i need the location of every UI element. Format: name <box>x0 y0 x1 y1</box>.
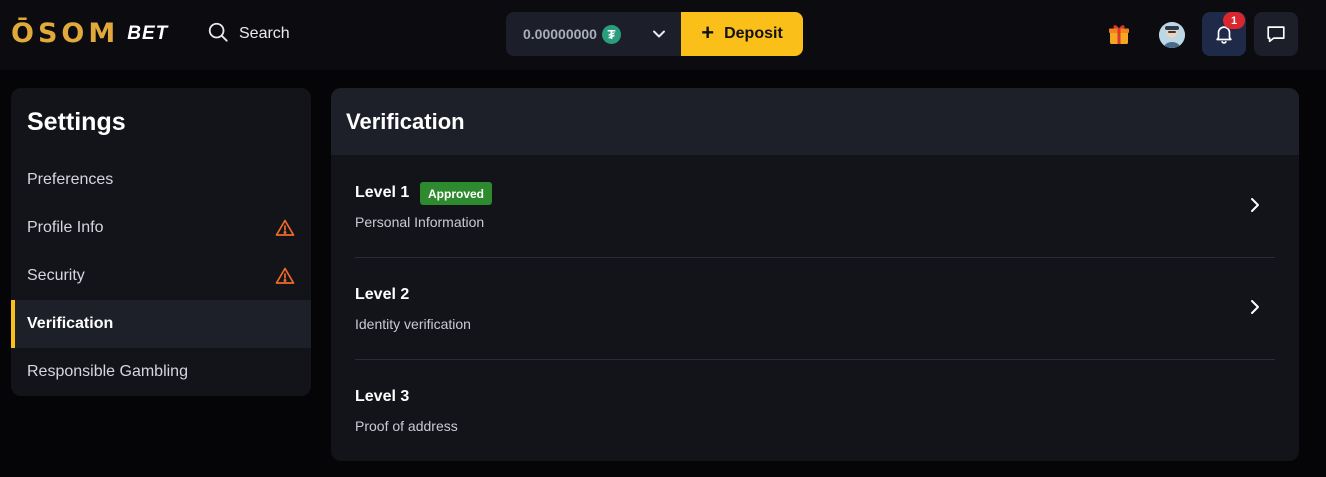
panel-header: Verification <box>331 88 1299 155</box>
sidebar-item-security[interactable]: Security <box>11 252 311 300</box>
sidebar-item-label: Verification <box>27 315 114 332</box>
verification-level-3: Level 3 Proof of address <box>355 360 1275 461</box>
top-header: ŌSOM BET Search 0.00000000 ₮ + Deposit 1 <box>0 0 1326 70</box>
deposit-button[interactable]: + Deposit <box>681 12 803 56</box>
sidebar-item-label: Responsible Gambling <box>27 363 188 380</box>
level-title: Level 3 <box>355 388 410 405</box>
wallet-selector[interactable]: 0.00000000 ₮ <box>506 12 682 56</box>
gift-icon[interactable] <box>1107 22 1131 46</box>
chevron-right-icon <box>1251 198 1259 212</box>
sidebar-item-label: Profile Info <box>27 219 104 236</box>
level-title: Level 2 <box>355 286 410 303</box>
chat-icon <box>1267 26 1285 43</box>
avatar[interactable] <box>1159 22 1185 48</box>
level-subtitle: Proof of address <box>355 418 458 434</box>
verification-level-2[interactable]: Level 2 Identity verification <box>355 258 1275 360</box>
level-subtitle: Personal Information <box>355 214 485 230</box>
chat-button[interactable] <box>1254 12 1298 56</box>
sidebar-item-profile-info[interactable]: Profile Info <box>11 204 311 252</box>
page-title: Verification <box>346 109 465 134</box>
sidebar-item-verification[interactable]: Verification <box>11 300 311 348</box>
verification-panel: Verification Level 1 Approved Personal I… <box>331 88 1299 461</box>
logo-mark: ŌSOM <box>11 18 120 49</box>
level-subtitle: Identity verification <box>355 316 471 332</box>
sidebar-item-label: Security <box>27 267 85 284</box>
sidebar-item-label: Preferences <box>27 171 114 188</box>
logo-bet-text: BET <box>127 23 169 44</box>
status-badge: Approved <box>420 182 493 205</box>
notification-badge: 1 <box>1223 12 1245 29</box>
warning-icon <box>275 219 295 236</box>
wallet-balance: 0.00000000 <box>523 26 597 42</box>
plus-icon: + <box>701 20 715 45</box>
verification-level-1[interactable]: Level 1 Approved Personal Information <box>355 156 1275 258</box>
search-label: Search <box>239 25 290 42</box>
settings-sidebar: Settings Preferences Profile Info Securi… <box>11 88 311 396</box>
warning-icon <box>275 267 295 284</box>
tether-icon: ₮ <box>601 24 621 44</box>
sidebar-item-responsible-gambling[interactable]: Responsible Gambling <box>11 348 311 396</box>
chevron-right-icon <box>1251 300 1259 314</box>
osom-bet-logo[interactable]: ŌSOM BET <box>11 18 168 50</box>
chevron-down-icon <box>653 30 665 38</box>
level-title: Level 1 <box>355 184 410 201</box>
search-button[interactable]: Search <box>207 21 290 47</box>
search-icon <box>207 21 229 48</box>
deposit-label: Deposit <box>724 25 783 42</box>
sidebar-item-preferences[interactable]: Preferences <box>11 156 311 204</box>
sidebar-title: Settings <box>27 108 126 136</box>
